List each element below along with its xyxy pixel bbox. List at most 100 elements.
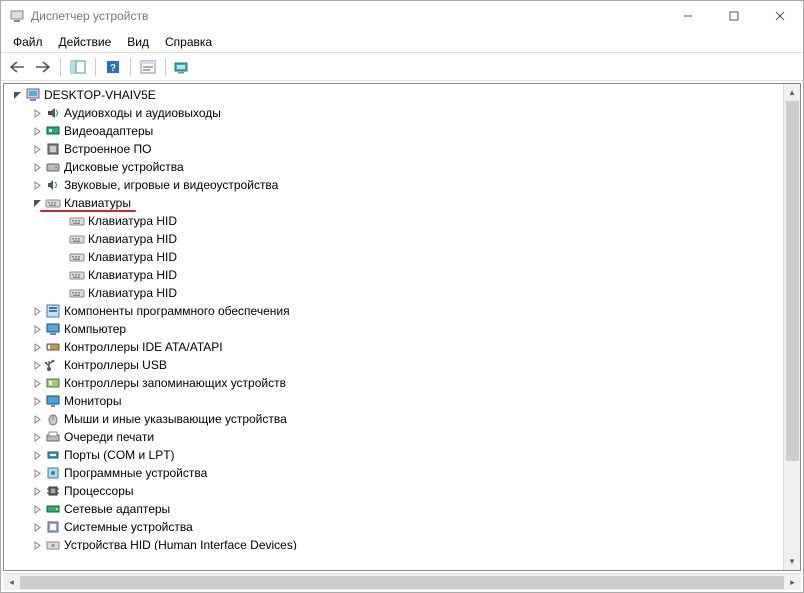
keyboard-icon	[69, 231, 85, 247]
scroll-left-arrow[interactable]: ◂	[3, 574, 20, 591]
tree-device[interactable]: Клавиатура HID	[4, 248, 783, 266]
tree-node-label: Компьютер	[64, 322, 126, 336]
scroll-thumb[interactable]	[786, 101, 799, 461]
vertical-scrollbar[interactable]: ▴ ▾	[783, 84, 800, 570]
expand-caret-icon[interactable]	[30, 412, 44, 426]
mouse-icon	[45, 411, 61, 427]
scroll-up-arrow[interactable]: ▴	[784, 84, 801, 101]
tree-category[interactable]: Системные устройства	[4, 518, 783, 536]
tree-category[interactable]: Мониторы	[4, 392, 783, 410]
scroll-down-arrow[interactable]: ▾	[784, 553, 801, 570]
keyboard-icon	[45, 195, 61, 211]
tree-category[interactable]: Клавиатуры	[4, 194, 783, 212]
monitor-icon	[45, 393, 61, 409]
menu-help[interactable]: Справка	[157, 33, 220, 51]
window-controls	[665, 1, 803, 31]
tree-category[interactable]: Встроенное ПО	[4, 140, 783, 158]
tree-category[interactable]: Очереди печати	[4, 428, 783, 446]
tree-category[interactable]: Контроллеры IDE ATA/ATAPI	[4, 338, 783, 356]
disk-icon	[45, 159, 61, 175]
help-button[interactable]: ?	[101, 56, 125, 78]
expand-caret-icon[interactable]	[30, 448, 44, 462]
horizontal-scrollbar[interactable]: ◂ ▸	[3, 573, 801, 590]
tree-node-label: Клавиатура HID	[88, 286, 177, 300]
expand-caret-icon[interactable]	[30, 430, 44, 444]
tree-node-label: Клавиатура HID	[88, 232, 177, 246]
expand-caret-icon[interactable]	[30, 358, 44, 372]
tree-node-label: Мыши и иные указывающие устройства	[64, 412, 287, 426]
tree-category[interactable]: Дисковые устройства	[4, 158, 783, 176]
tree-category[interactable]: Компьютер	[4, 320, 783, 338]
tree-category[interactable]: Процессоры	[4, 482, 783, 500]
storage-ctrl-icon	[45, 375, 61, 391]
minimize-button[interactable]	[665, 1, 711, 31]
titlebar[interactable]: Диспетчер устройств	[1, 1, 803, 31]
expand-caret-icon[interactable]	[30, 538, 44, 550]
scroll-thumb-h[interactable]	[20, 576, 784, 589]
menu-file[interactable]: Файл	[5, 33, 51, 51]
device-tree[interactable]: DESKTOP-VHAIV5EАудиовходы и аудиовыходы В…	[4, 84, 783, 570]
maximize-button[interactable]	[711, 1, 757, 31]
tree-node-label: Мониторы	[64, 394, 121, 408]
menu-view[interactable]: Вид	[119, 33, 157, 51]
collapse-caret-icon[interactable]	[30, 196, 44, 210]
tree-device[interactable]: Клавиатура HID	[4, 266, 783, 284]
scan-hardware-button[interactable]	[171, 56, 195, 78]
toolbar-separator	[130, 58, 131, 76]
tree-category[interactable]: Контроллеры USB	[4, 356, 783, 374]
expand-caret-icon[interactable]	[30, 502, 44, 516]
tree-device[interactable]: Клавиатура HID	[4, 212, 783, 230]
computer-icon	[45, 321, 61, 337]
close-button[interactable]	[757, 1, 803, 31]
expand-caret-icon[interactable]	[30, 124, 44, 138]
tree-category[interactable]: Мыши и иные указывающие устройства	[4, 410, 783, 428]
expand-caret-icon[interactable]	[30, 178, 44, 192]
tree-node-label: Процессоры	[64, 484, 134, 498]
tree-node-label: Системные устройства	[64, 520, 193, 534]
expand-caret-icon[interactable]	[30, 520, 44, 534]
tree-category[interactable]: Видеоадаптеры	[4, 122, 783, 140]
keyboard-icon	[69, 285, 85, 301]
caret-spacer	[54, 250, 68, 264]
tree-node-label: Клавиатура HID	[88, 268, 177, 282]
tree-category[interactable]: Программные устройства	[4, 464, 783, 482]
properties-button[interactable]	[136, 56, 160, 78]
svg-text:?: ?	[110, 63, 116, 74]
tree-category[interactable]: Аудиовходы и аудиовыходы	[4, 104, 783, 122]
menu-action[interactable]: Действие	[51, 33, 120, 51]
expand-caret-icon[interactable]	[30, 160, 44, 174]
expand-caret-icon[interactable]	[30, 484, 44, 498]
expand-caret-icon[interactable]	[30, 394, 44, 408]
usb-icon	[45, 357, 61, 373]
sound-icon	[45, 177, 61, 193]
tree-node-label: Дисковые устройства	[64, 160, 184, 174]
tree-root[interactable]: DESKTOP-VHAIV5E	[4, 86, 783, 104]
tree-category[interactable]: Компоненты программного обеспечения	[4, 302, 783, 320]
show-hide-console-tree-button[interactable]	[66, 56, 90, 78]
tree-node-label: Порты (COM и LPT)	[64, 448, 175, 462]
expand-caret-icon[interactable]	[30, 376, 44, 390]
window-title: Диспетчер устройств	[31, 9, 665, 23]
tree-category[interactable]: Контроллеры запоминающих устройств	[4, 374, 783, 392]
display-adapter-icon	[45, 123, 61, 139]
back-button[interactable]	[5, 56, 29, 78]
forward-button[interactable]	[31, 56, 55, 78]
tree-device[interactable]: Клавиатура HID	[4, 284, 783, 302]
tree-category[interactable]: Устройства HID (Human Interface Devices)	[4, 536, 783, 550]
tree-category[interactable]: Звуковые, игровые и видеоустройства	[4, 176, 783, 194]
expand-caret-icon[interactable]	[30, 106, 44, 120]
tree-category[interactable]: Сетевые адаптеры	[4, 500, 783, 518]
expand-caret-icon[interactable]	[30, 304, 44, 318]
collapse-caret-icon[interactable]	[10, 88, 24, 102]
scroll-right-arrow[interactable]: ▸	[784, 574, 801, 591]
expand-caret-icon[interactable]	[30, 466, 44, 480]
caret-spacer	[54, 286, 68, 300]
tree-node-label: Видеоадаптеры	[64, 124, 153, 138]
expand-caret-icon[interactable]	[30, 142, 44, 156]
tree-category[interactable]: Порты (COM и LPT)	[4, 446, 783, 464]
expand-caret-icon[interactable]	[30, 340, 44, 354]
content-area: DESKTOP-VHAIV5EАудиовходы и аудиовыходы В…	[3, 83, 801, 571]
expand-caret-icon[interactable]	[30, 322, 44, 336]
tree-device[interactable]: Клавиатура HID	[4, 230, 783, 248]
audio-icon	[45, 105, 61, 121]
